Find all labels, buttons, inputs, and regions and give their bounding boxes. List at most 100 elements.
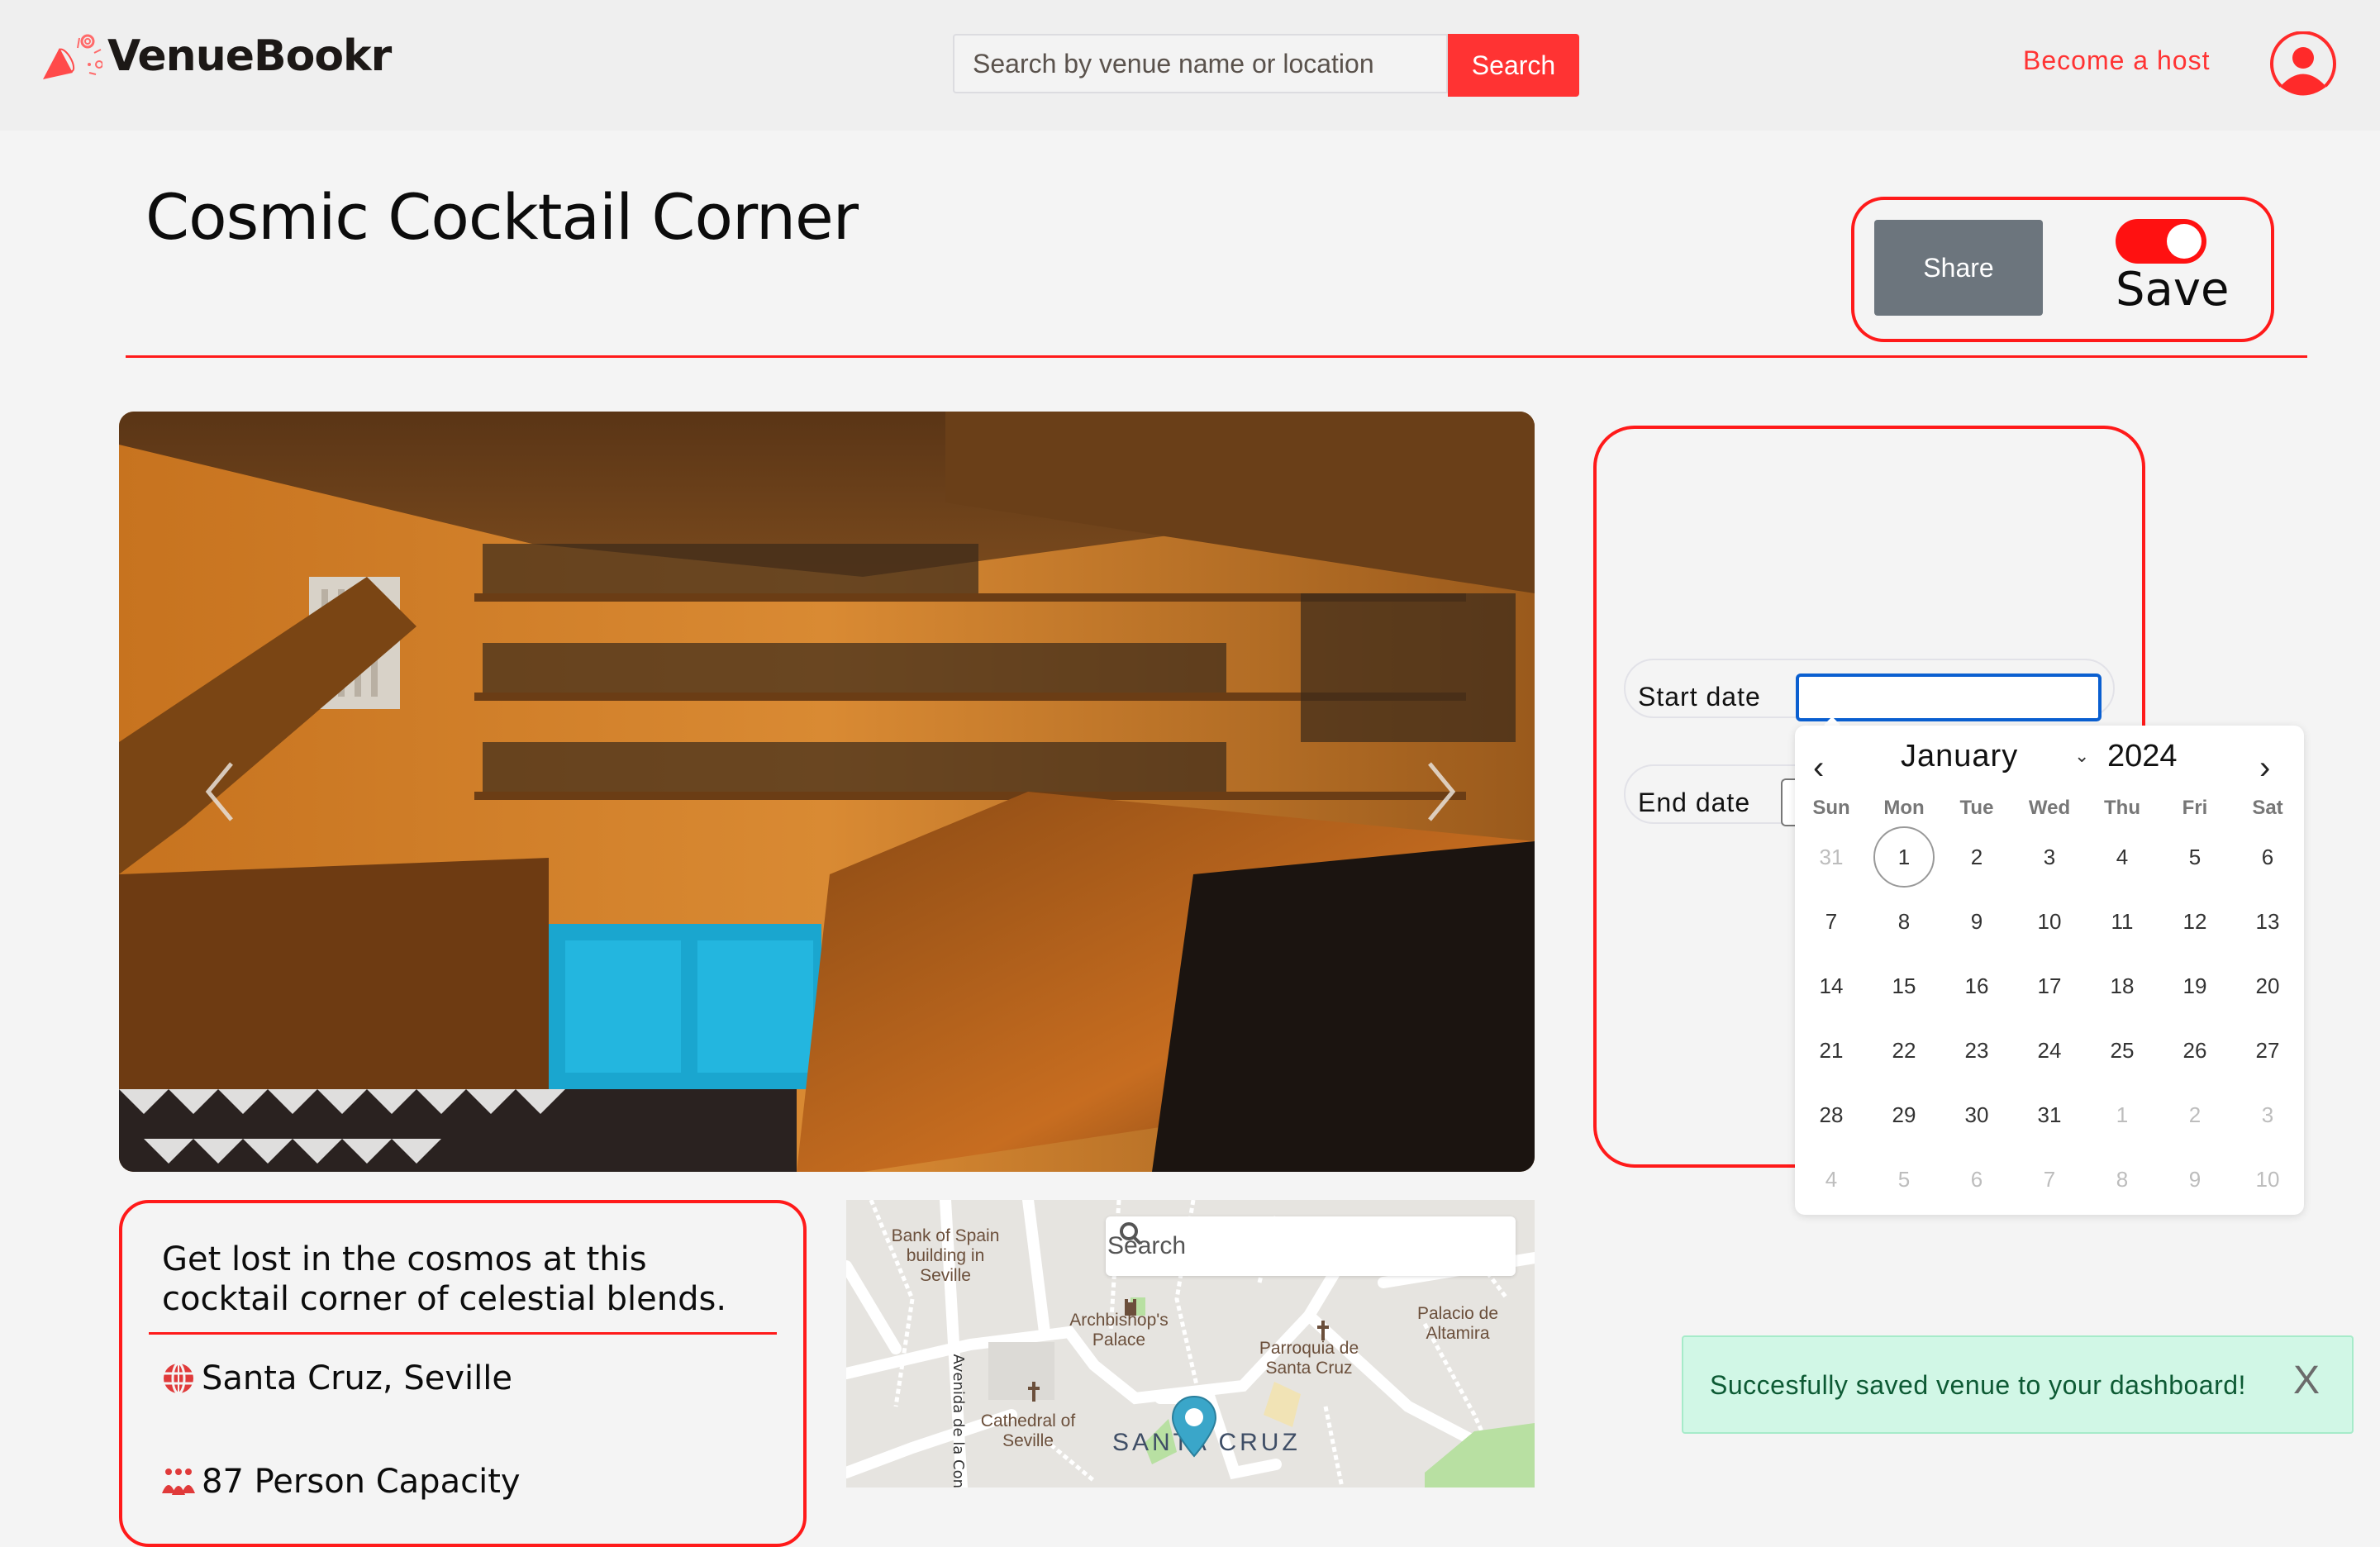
- calendar-day[interactable]: 8: [1868, 889, 1940, 954]
- weekday-label: Mon: [1883, 797, 1925, 819]
- next-month-icon[interactable]: ›: [2254, 749, 2275, 788]
- calendar-day[interactable]: 10: [2013, 889, 2086, 954]
- calendar-day[interactable]: 4: [1795, 1147, 1868, 1211]
- toggle-knob: [2167, 224, 2202, 259]
- calendar-week: 4 5 6 7 8 9 10: [1795, 1147, 2304, 1211]
- people-icon: [162, 1468, 195, 1495]
- title-divider: [126, 355, 2307, 358]
- calendar-day[interactable]: 31: [1795, 825, 1868, 889]
- calendar-day[interactable]: 7: [1795, 889, 1868, 954]
- calendar-day[interactable]: 16: [1940, 954, 2013, 1018]
- castle-icon: [1125, 1299, 1136, 1316]
- weekday-label: Thu: [2104, 797, 2140, 819]
- calendar-day[interactable]: 8: [2086, 1147, 2159, 1211]
- location-text: Santa Cruz, Seville: [202, 1359, 512, 1397]
- calendar-week: 28 29 30 31 1 2 3: [1795, 1083, 2304, 1147]
- venue-map[interactable]: Bank of Spain building in Seville Archbi…: [846, 1200, 1535, 1488]
- calendar-day[interactable]: 7: [2013, 1147, 2086, 1211]
- save-toggle[interactable]: [2116, 219, 2206, 264]
- map-label-parroquia: Parroquia de Santa Cruz: [1259, 1339, 1359, 1378]
- become-host-link[interactable]: Become a host: [2023, 45, 2210, 76]
- calendar-day[interactable]: 26: [2159, 1018, 2231, 1083]
- calendar-day[interactable]: 9: [2159, 1147, 2231, 1211]
- calendar-day[interactable]: 5: [2159, 825, 2231, 889]
- calendar-day[interactable]: 2: [1940, 825, 2013, 889]
- capacity-text: 87 Person Capacity: [202, 1463, 521, 1501]
- calendar-day[interactable]: 28: [1795, 1083, 1868, 1147]
- calendar-day[interactable]: 3: [2013, 825, 2086, 889]
- search-input[interactable]: [953, 34, 1448, 93]
- map-search-box[interactable]: [1106, 1216, 1516, 1276]
- calendar-day[interactable]: 5: [1868, 1147, 1940, 1211]
- map-pin-icon[interactable]: [1171, 1395, 1217, 1458]
- calendar-grid: Sun Mon Tue Wed Thu Fri Sat 31 1 2 3 4 5 6 7 8 9 10 11 12 1…: [1795, 792, 2304, 1211]
- calendar-day[interactable]: 12: [2159, 889, 2231, 954]
- calendar-week: 21 22 23 24 25 26 27: [1795, 1018, 2304, 1083]
- calendar-day[interactable]: 10: [2231, 1147, 2304, 1211]
- calendar-day[interactable]: 18: [2086, 954, 2159, 1018]
- map-label-archbishop: Archbishop's Palace: [1069, 1311, 1169, 1349]
- weekday-label: Tue: [1959, 797, 1994, 819]
- carousel-prev-icon[interactable]: [202, 759, 243, 825]
- calendar-day-today[interactable]: 1: [1868, 825, 1940, 889]
- prev-month-icon[interactable]: ‹: [1808, 749, 1829, 788]
- calendar-day[interactable]: 13: [2231, 889, 2304, 954]
- weekday-header: Sun Mon Tue Wed Thu Fri Sat: [1795, 792, 2304, 825]
- map-label-avenida: Avenida de la Constit: [950, 1354, 967, 1488]
- start-date-input[interactable]: [1796, 674, 2102, 721]
- map-label-bank: Bank of Spain building in Seville: [891, 1226, 1000, 1285]
- calendar-day[interactable]: 22: [1868, 1018, 1940, 1083]
- calendar-day[interactable]: 15: [1868, 954, 1940, 1018]
- calendar-day[interactable]: 3: [2231, 1083, 2304, 1147]
- map-label-palacio: Palacio de Altamira: [1416, 1304, 1499, 1343]
- start-date-label: Start date: [1638, 682, 1761, 712]
- month-select[interactable]: January: [1901, 739, 2018, 774]
- calendar-day[interactable]: 29: [1868, 1083, 1940, 1147]
- party-popper-icon: [43, 34, 102, 79]
- calendar-week: 31 1 2 3 4 5 6: [1795, 825, 2304, 889]
- calendar-day[interactable]: 21: [1795, 1018, 1868, 1083]
- venue-photo: [119, 412, 1535, 1172]
- weekday-label: Wed: [2028, 797, 2071, 819]
- save-label: Save: [2116, 263, 2230, 317]
- church-icon: [1028, 1382, 1040, 1402]
- year-input[interactable]: 2024: [2107, 739, 2178, 774]
- calendar-week: 7 8 9 10 11 12 13: [1795, 889, 2304, 954]
- calendar-day[interactable]: 19: [2159, 954, 2231, 1018]
- weekday-label: Sun: [1812, 797, 1850, 819]
- calendar-week: 14 15 16 17 18 19 20: [1795, 954, 2304, 1018]
- logo[interactable]: VenueBookr: [40, 31, 392, 81]
- calendar-day[interactable]: 6: [2231, 825, 2304, 889]
- calendar-day[interactable]: 27: [2231, 1018, 2304, 1083]
- calendar-day[interactable]: 20: [2231, 954, 2304, 1018]
- carousel-next-icon[interactable]: [1418, 759, 1459, 825]
- search-icon: [1120, 1222, 1142, 1245]
- calendar-day[interactable]: 4: [2086, 825, 2159, 889]
- calendar-day[interactable]: 14: [1795, 954, 1868, 1018]
- search-bar: Search: [953, 34, 1579, 97]
- user-circle-icon[interactable]: [2269, 31, 2337, 99]
- close-icon[interactable]: X: [2288, 1360, 2325, 1402]
- calendar-day[interactable]: 2: [2159, 1083, 2231, 1147]
- calendar-day[interactable]: 11: [2086, 889, 2159, 954]
- calendar-day[interactable]: 31: [2013, 1083, 2086, 1147]
- globe-icon: [164, 1362, 193, 1395]
- calendar-day[interactable]: 9: [1940, 889, 2013, 954]
- calendar-day[interactable]: 23: [1940, 1018, 2013, 1083]
- toast-message: Succesfully saved venue to your dashboar…: [1710, 1370, 2246, 1400]
- calendar-day[interactable]: 25: [2086, 1018, 2159, 1083]
- calendar-day[interactable]: 17: [2013, 954, 2086, 1018]
- logo-text: VenueBookr: [107, 31, 392, 81]
- search-button[interactable]: Search: [1448, 34, 1579, 97]
- calendar-day[interactable]: 1: [2086, 1083, 2159, 1147]
- church-icon: [1317, 1321, 1329, 1340]
- venue-title: Cosmic Cocktail Corner: [145, 180, 859, 254]
- weekday-label: Sat: [2252, 797, 2283, 819]
- calendar-day[interactable]: 30: [1940, 1083, 2013, 1147]
- chevron-down-icon[interactable]: ⌄: [2074, 745, 2089, 767]
- success-toast: Succesfully saved venue to your dashboar…: [1682, 1335, 2354, 1434]
- calendar-day[interactable]: 24: [2013, 1018, 2086, 1083]
- calendar-day[interactable]: 6: [1940, 1147, 2013, 1211]
- share-button[interactable]: Share: [1874, 220, 2043, 316]
- map-search-input[interactable]: [1106, 1231, 1440, 1261]
